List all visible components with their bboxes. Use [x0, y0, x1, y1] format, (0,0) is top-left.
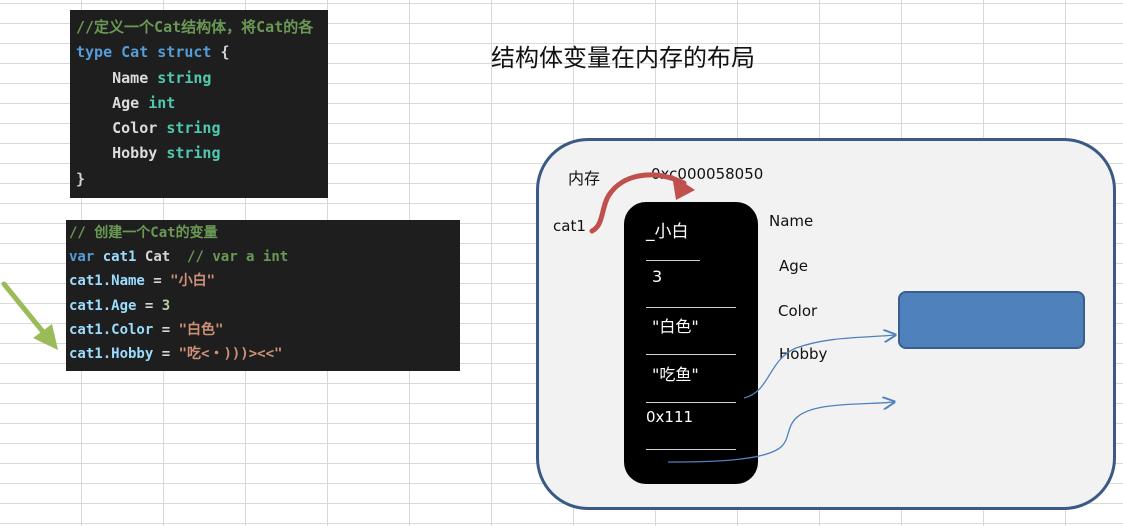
pointer-link-arrow	[667, 402, 893, 463]
arrows-layer	[1, 172, 1123, 463]
pointer-arrow-icon	[589, 172, 695, 234]
green-arrow-icon	[1, 281, 58, 350]
hobby-link-arrow	[743, 335, 894, 399]
